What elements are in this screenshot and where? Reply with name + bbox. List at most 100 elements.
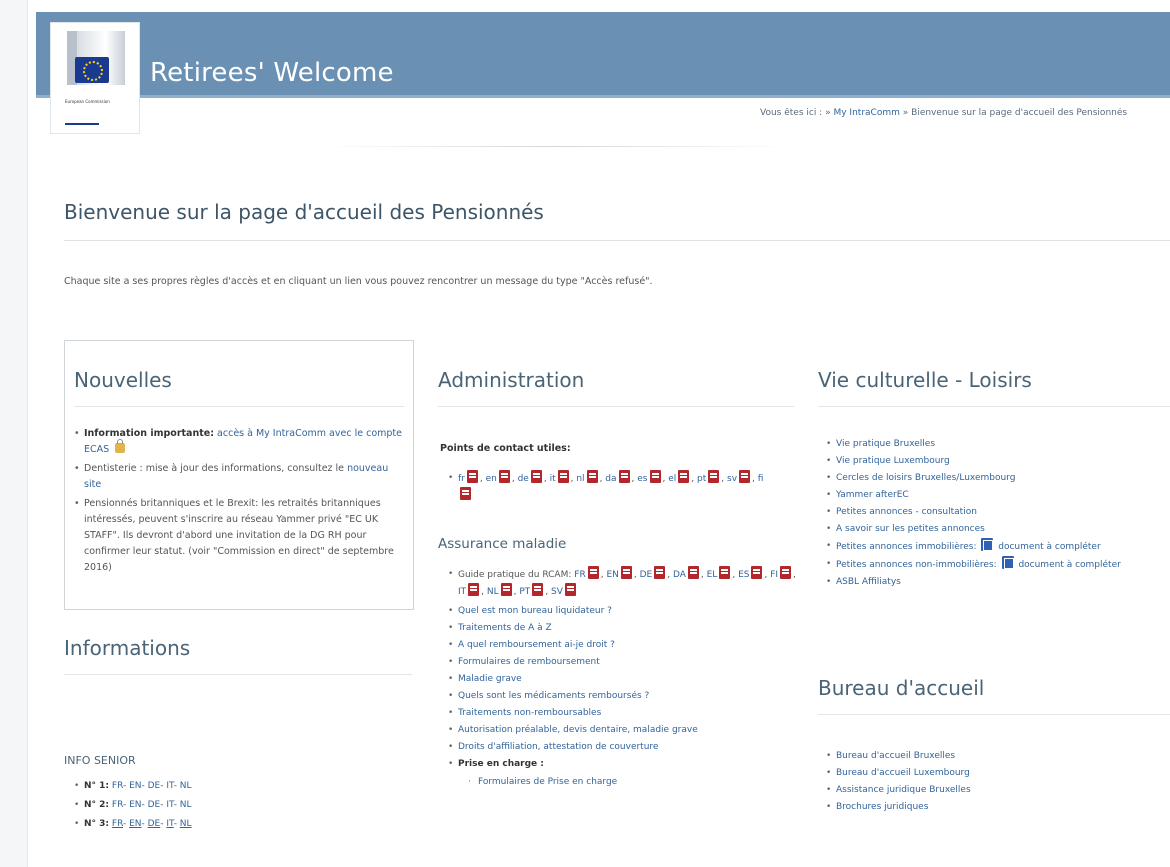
lang-link-nl[interactable]: NL	[180, 819, 192, 829]
contact-link-fr[interactable]: fr	[458, 474, 465, 484]
assurance-link[interactable]: Traitements non-remboursables	[458, 708, 601, 718]
bureau-link[interactable]: Bureau d'accueil Bruxelles	[836, 751, 955, 761]
pdf-icon	[587, 566, 599, 579]
list-item: Quel est mon bureau liquidateur ?	[448, 603, 796, 619]
guide-link-fr[interactable]: FR	[574, 570, 585, 580]
lang-link-it[interactable]: IT	[166, 781, 173, 791]
contact-link-it[interactable]: it	[550, 474, 556, 484]
guide-link-sv[interactable]: SV	[551, 587, 563, 597]
lang-link-it[interactable]: IT	[166, 800, 173, 810]
culture-link[interactable]: Petites annonces immobilières:	[836, 542, 977, 552]
culture-link[interactable]: A savoir sur les petites annonces	[836, 524, 985, 534]
guide-link-de[interactable]: DE	[640, 570, 653, 580]
culture-link[interactable]: Petites annonces non-immobilières:	[836, 560, 997, 570]
culture-link[interactable]: Petites annonces - consultation	[836, 507, 977, 517]
breadcrumb-separator: »	[825, 108, 831, 118]
contact-link-sv[interactable]: sv	[727, 474, 737, 484]
contact-link-el[interactable]: el	[668, 474, 676, 484]
list-item: Brochures juridiques	[826, 799, 1170, 815]
list-item: Vie pratique Luxembourg	[826, 453, 1170, 469]
lang-link-de[interactable]: DE	[148, 800, 161, 810]
guide-link-en[interactable]: EN	[606, 570, 618, 580]
prise-en-charge-label: Prise en charge :	[458, 759, 544, 769]
assurance-heading: Assurance maladie	[438, 536, 567, 552]
lang-link-fr[interactable]: FR	[112, 781, 123, 791]
info-senior-number: N° 1:	[84, 781, 110, 791]
lang-link-en[interactable]: EN	[129, 800, 141, 810]
contact-link-de[interactable]: de	[518, 474, 529, 484]
culture-link[interactable]: Vie pratique Bruxelles	[836, 439, 935, 449]
info-senior-label[interactable]: INFO SENIOR	[64, 754, 136, 767]
pdf-icon	[557, 470, 569, 483]
assurance-link[interactable]: Quels sont les médicaments remboursés ?	[458, 691, 649, 701]
contact-link-da[interactable]: da	[605, 474, 616, 484]
culture-link[interactable]: Cercles de loisirs Bruxelles/Luxembourg	[836, 473, 1015, 483]
guide-link-es[interactable]: ES	[738, 570, 749, 580]
nonimmo-document-link[interactable]: document à compléter	[1018, 560, 1120, 570]
bureau-divider	[818, 714, 1170, 715]
breadcrumb-myintracomm[interactable]: My IntraComm	[833, 108, 899, 118]
pdf-icon	[649, 470, 661, 483]
breadcrumb-prefix: Vous êtes ici :	[760, 108, 823, 118]
contact-link-pt[interactable]: pt	[697, 474, 706, 484]
assurance-link[interactable]: Droits d'affiliation, attestation de cou…	[458, 742, 658, 752]
list-item: ASBL Affiliatys	[826, 574, 1170, 590]
guide-link-fi[interactable]: FI	[770, 570, 778, 580]
lang-link-nl[interactable]: NL	[180, 781, 192, 791]
page-title: Bienvenue sur la page d'accueil des Pens…	[64, 200, 544, 224]
contact-link-es[interactable]: es	[637, 474, 647, 484]
lang-link-it[interactable]: IT	[166, 819, 173, 829]
site-title[interactable]: Retirees' Welcome	[150, 58, 394, 88]
lang-link-nl[interactable]: NL	[180, 800, 192, 810]
lang-link-en[interactable]: EN	[129, 781, 141, 791]
immo-document-link[interactable]: document à compléter	[998, 542, 1100, 552]
culture-divider	[818, 406, 1170, 407]
list-item: fr, en, de, it, nl, da, es, el, pt, sv, …	[448, 470, 778, 504]
nouvelles-divider	[74, 406, 404, 407]
european-commission-logo[interactable]: European Commission	[50, 22, 140, 134]
guide-link-it[interactable]: IT	[458, 587, 466, 597]
pdf-icon	[530, 470, 542, 483]
guide-link-da[interactable]: DA	[673, 570, 686, 580]
list-item: Dentisterie : mise à jour des informatio…	[74, 461, 408, 493]
assurance-link[interactable]: A quel remboursement ai-je droit ?	[458, 640, 615, 650]
logo-text: European Commission	[65, 99, 110, 104]
lock-icon	[115, 439, 126, 453]
guide-link-el[interactable]: EL	[707, 570, 718, 580]
guide-link-pt[interactable]: PT	[519, 587, 530, 597]
culture-link[interactable]: Vie pratique Luxembourg	[836, 456, 950, 466]
culture-link[interactable]: ASBL Affiliatys	[836, 577, 901, 587]
assurance-link[interactable]: Quel est mon bureau liquidateur ?	[458, 606, 612, 616]
bureau-link[interactable]: Assistance juridique Bruxelles	[836, 785, 971, 795]
list-item: Formulaires de remboursement	[448, 654, 796, 670]
lang-link-de[interactable]: DE	[148, 819, 161, 829]
lang-link-fr[interactable]: FR	[112, 800, 123, 810]
contact-link-fi[interactable]: fi	[758, 474, 764, 484]
informations-divider	[64, 674, 412, 675]
culture-link[interactable]: Yammer afterEC	[836, 490, 909, 500]
pdf-icon	[498, 470, 510, 483]
word-document-icon	[981, 538, 994, 551]
list-item: Pensionnés britanniques et le Brexit: le…	[74, 496, 408, 576]
assurance-link[interactable]: Maladie grave	[458, 674, 522, 684]
assurance-link[interactable]: Autorisation préalable, devis dentaire, …	[458, 725, 698, 735]
list-item: N° 3: FR- EN- DE- IT- NL	[74, 816, 404, 832]
contact-link-en[interactable]: en	[486, 474, 497, 484]
assurance-link[interactable]: Formulaires de remboursement	[458, 657, 600, 667]
prise-en-charge-forms-link[interactable]: Formulaires de Prise en charge	[478, 777, 617, 787]
pdf-icon	[708, 470, 720, 483]
news-brexit-text: Pensionnés britanniques et le Brexit: le…	[84, 498, 394, 573]
contact-link-nl[interactable]: nl	[576, 474, 584, 484]
divider	[320, 146, 790, 147]
contacts-label: Points de contact utiles:	[440, 443, 571, 454]
assurance-link[interactable]: Traitements de A à Z	[458, 623, 552, 633]
breadcrumb-separator: »	[902, 108, 909, 118]
lang-link-fr[interactable]: FR	[112, 819, 123, 829]
list-item: Vie pratique Bruxelles	[826, 436, 1170, 452]
list-item: Droits d'affiliation, attestation de cou…	[448, 739, 796, 755]
lang-link-en[interactable]: EN	[129, 819, 141, 829]
guide-link-nl[interactable]: NL	[487, 587, 499, 597]
lang-link-de[interactable]: DE	[148, 781, 161, 791]
bureau-link[interactable]: Bureau d'accueil Luxembourg	[836, 768, 970, 778]
bureau-link[interactable]: Brochures juridiques	[836, 802, 928, 812]
